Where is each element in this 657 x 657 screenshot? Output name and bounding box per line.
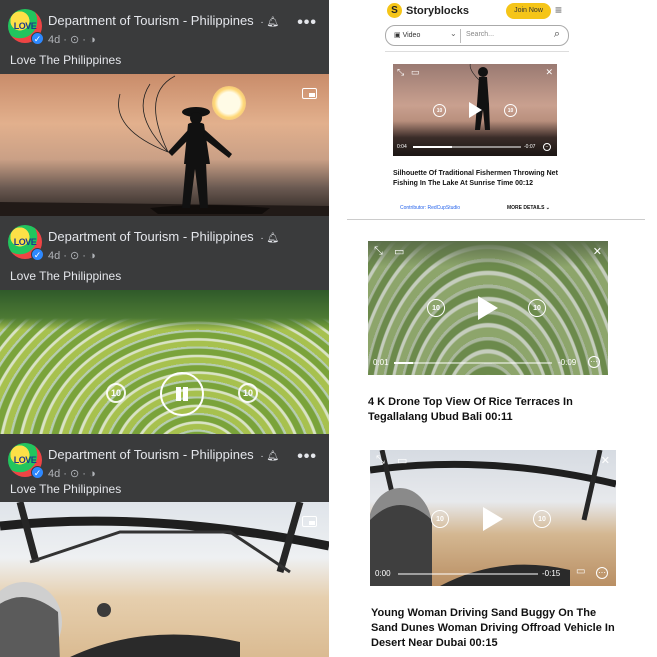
forward-10-button[interactable]: 10 (533, 510, 551, 528)
picture-in-picture-icon[interactable]: ▭ (411, 67, 420, 78)
avatar-logo-text: LOVE (13, 237, 37, 247)
progress-bar[interactable] (398, 573, 538, 575)
mute-icon[interactable]: ✕ (601, 454, 610, 467)
result-3-video[interactable]: ⤡ ▭ ✕ 10 10 0:00 -0:15 ▭ ⋯ (370, 450, 616, 586)
avatar-logo-text: LOVE (13, 455, 37, 465)
jungle-treeline (0, 290, 329, 330)
cast-icon[interactable]: ▭ (576, 566, 585, 577)
picture-in-picture-icon[interactable] (302, 88, 317, 99)
storyblocks-logo-icon[interactable]: S (387, 3, 402, 18)
post-caption: Love The Philippines (10, 269, 122, 283)
result-2-video[interactable]: ⤡ ▭ ✕ 10 10 0:01 -0:09 ⋯ (368, 241, 608, 375)
rewind-10-button[interactable]: 10 (427, 299, 445, 317)
time-remaining: -0:15 (542, 569, 561, 578)
fullscreen-icon[interactable]: ⤡ (374, 245, 383, 258)
page-name[interactable]: Department of Tourism - Philippines · 🔔︎ (48, 229, 279, 244)
page-avatar[interactable]: LOVE ✓ (8, 9, 44, 45)
time-elapsed: 0:01 (373, 358, 389, 367)
category-select[interactable]: ▣ Video (394, 31, 420, 39)
progress-bar[interactable] (394, 362, 552, 364)
verified-badge-icon: ✓ (31, 466, 44, 479)
search-input[interactable]: Search... (466, 31, 494, 38)
post-caption: Love The Philippines (10, 482, 122, 496)
more-options-icon[interactable]: ⋯ (588, 356, 600, 368)
join-now-button[interactable]: Join Now (506, 3, 551, 19)
result-1-title[interactable]: Silhouette Of Traditional Fishermen Thro… (393, 169, 563, 189)
fb-post-1: LOVE ✓ Department of Tourism - Philippin… (0, 0, 329, 216)
post-caption: Love The Philippines (10, 53, 122, 67)
more-options-icon[interactable]: ⋯ (596, 567, 608, 579)
play-icon[interactable] (478, 296, 498, 320)
time-elapsed: 0:00 (375, 569, 391, 578)
bell-icon[interactable]: · 🔔︎ (260, 451, 279, 462)
result-2-title[interactable]: 4 K Drone Top View Of Rice Terraces In T… (368, 395, 608, 425)
verified-badge-icon: ✓ (31, 248, 44, 261)
play-icon[interactable] (483, 507, 503, 531)
more-options-button[interactable]: ••• (297, 14, 317, 32)
post-video[interactable] (0, 74, 329, 216)
search-divider (460, 29, 461, 43)
search-underline (385, 51, 569, 52)
forward-10-button[interactable]: 10 (238, 383, 258, 403)
rewind-10-button[interactable]: 10 (433, 104, 446, 117)
fullscreen-icon[interactable]: ⤡ (397, 67, 404, 78)
bell-icon[interactable]: · 🔔︎ (260, 233, 279, 244)
progress-fill (413, 146, 452, 148)
verified-badge-icon: ✓ (31, 32, 44, 45)
contributor-link[interactable]: Contributor: RedCupStudio (400, 205, 460, 211)
time-remaining: -0:07 (524, 144, 536, 150)
pause-button[interactable] (160, 372, 204, 416)
result-1-video[interactable]: ⤡ ▭ ✕ 10 10 0:04 -0:07 − (393, 64, 557, 156)
progress-bar[interactable] (413, 146, 521, 148)
more-options-button[interactable]: ••• (297, 448, 317, 466)
fb-post-3: LOVE ✓ Department of Tourism - Philippin… (0, 434, 329, 657)
post-meta: 4d · ⊙ · ◑ (48, 250, 96, 262)
post-video[interactable]: 10 10 (0, 290, 329, 434)
page-name-text: Department of Tourism - Philippines (48, 447, 254, 462)
forward-10-button[interactable]: 10 (504, 104, 517, 117)
page-name[interactable]: Department of Tourism - Philippines · 🔔︎ (48, 447, 279, 462)
post-header: LOVE ✓ Department of Tourism - Philippin… (0, 0, 329, 74)
mute-icon[interactable]: ✕ (545, 67, 553, 78)
section-divider (347, 219, 645, 220)
time-elapsed: 0:04 (397, 144, 407, 150)
post-meta: 4d · ⊙ · ◑ (48, 34, 96, 46)
picture-in-picture-icon[interactable]: ▭ (394, 245, 404, 258)
picture-in-picture-icon[interactable] (302, 516, 317, 527)
rewind-10-button[interactable]: 10 (431, 510, 449, 528)
post-header: LOVE ✓ Department of Tourism - Philippin… (0, 216, 329, 290)
more-options-icon[interactable]: − (543, 143, 551, 151)
more-details-link[interactable]: MORE DETAILS ⌄ (507, 205, 550, 211)
page-name-text: Department of Tourism - Philippines (48, 229, 254, 244)
post-header: LOVE ✓ Department of Tourism - Philippin… (0, 434, 329, 502)
forward-10-button[interactable]: 10 (528, 299, 546, 317)
chevron-down-icon[interactable]: ⌄ (450, 29, 457, 38)
play-icon[interactable] (469, 102, 482, 118)
page-avatar[interactable]: LOVE ✓ (8, 443, 44, 479)
search-icon[interactable]: ⌕ (554, 28, 560, 41)
search-bar: ▣ Video ⌄ Search... ⌕ (385, 25, 569, 46)
page-name-text: Department of Tourism - Philippines (48, 13, 254, 28)
page-avatar[interactable]: LOVE ✓ (8, 225, 44, 261)
result-3-title[interactable]: Young Woman Driving Sand Buggy On The Sa… (371, 606, 621, 651)
time-remaining: -0:09 (558, 358, 577, 367)
fisherman-silhouette (0, 75, 329, 216)
storyblocks-page: S Storyblocks Join Now ≡ ▣ Video ⌄ Searc… (335, 0, 657, 657)
buggy-frame-graphic (0, 502, 329, 657)
page-name[interactable]: Department of Tourism - Philippines · 🔔︎ (48, 13, 279, 28)
bell-icon[interactable]: · 🔔︎ (260, 17, 279, 28)
storyblocks-brand[interactable]: Storyblocks (406, 5, 469, 17)
fullscreen-icon[interactable]: ⤡ (376, 454, 385, 467)
category-value: Video (402, 32, 421, 39)
picture-in-picture-icon[interactable]: ▭ (397, 454, 407, 467)
rewind-10-button[interactable]: 10 (106, 383, 126, 403)
fb-post-2: LOVE ✓ Department of Tourism - Philippin… (0, 216, 329, 434)
facebook-feed: LOVE ✓ Department of Tourism - Philippin… (0, 0, 329, 657)
progress-fill (394, 362, 413, 364)
post-meta: 4d · ⊙ · ◑ (48, 468, 96, 480)
mute-icon[interactable]: ✕ (593, 245, 602, 258)
post-video[interactable] (0, 502, 329, 657)
hamburger-menu-icon[interactable]: ≡ (555, 3, 562, 17)
avatar-logo-text: LOVE (13, 21, 37, 31)
